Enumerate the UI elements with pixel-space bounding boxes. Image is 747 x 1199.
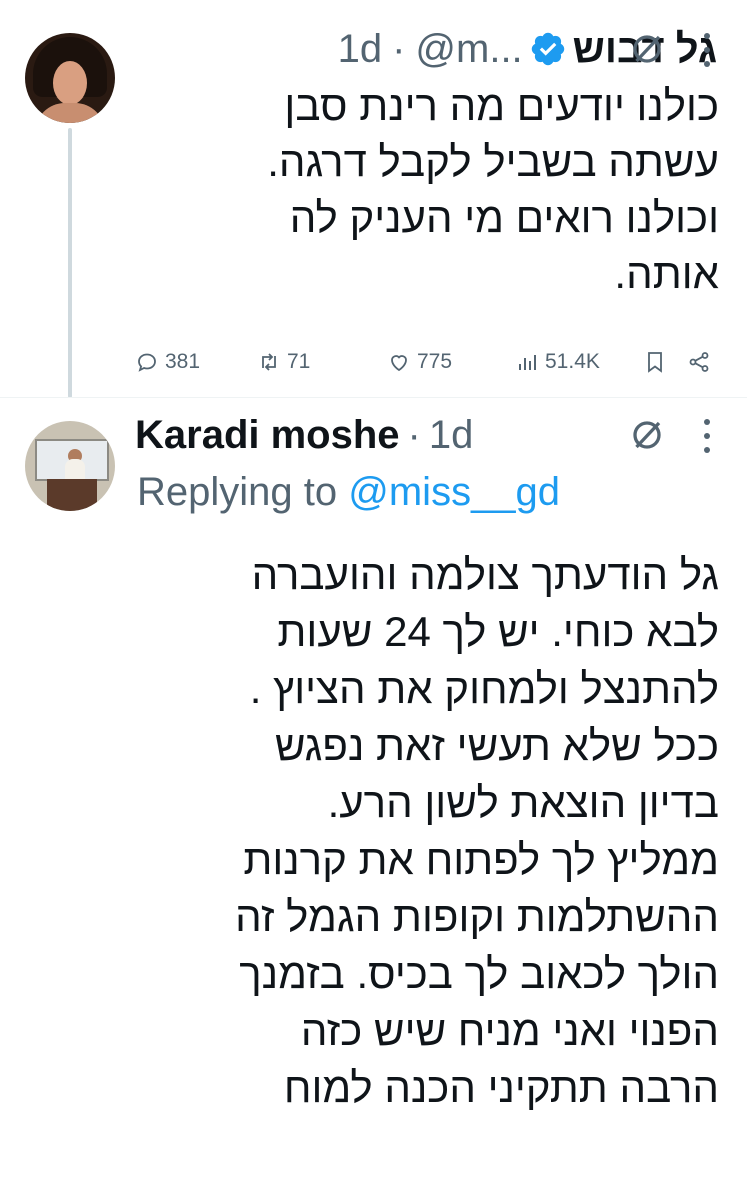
tweet-time[interactable]: 1d (429, 413, 474, 458)
tweet-1-line: אותה. (614, 250, 719, 297)
views-count: 51.4K (545, 350, 600, 373)
tweet-time[interactable]: 1d (338, 27, 383, 72)
bookmark-button[interactable] (643, 350, 673, 374)
tweet-1-text: כולנו יודעים מה רינת סבן עשתה בשביל לקבל… (119, 78, 719, 302)
tweet-2-line: ככל שלא תעשי זאת נפגש (274, 722, 719, 769)
reply-button[interactable]: 381 (135, 350, 200, 374)
tweet-2-line: להתנצל ולמחוק את הציוץ . (249, 665, 719, 712)
author-handle[interactable]: @m... (415, 27, 522, 72)
grok-icon[interactable] (629, 31, 665, 67)
avatar-gal-dabush[interactable] (25, 33, 115, 123)
verified-badge-icon (531, 32, 564, 66)
tweet-2-line: לבא כוחי. יש לך 24 שעות (277, 608, 719, 655)
tweet-2-line: ההשתלמות וקופות הגמל זה (235, 893, 719, 940)
replying-mention-link[interactable]: @miss__gd (348, 470, 560, 514)
more-icon[interactable] (701, 33, 713, 67)
share-icon (689, 352, 709, 372)
tweet-2-text: גל הודעתך צולמה והועברה לבא כוחי. יש לך … (119, 546, 719, 1116)
avatar-karadi-moshe[interactable] (25, 421, 115, 511)
bookmark-icon (648, 352, 662, 373)
retweet-icon (262, 353, 276, 371)
replying-to-line: Replying to @miss__gd (137, 470, 560, 515)
separator-dot: · (407, 412, 421, 457)
views-icon (519, 355, 536, 370)
replying-prefix: Replying to (137, 470, 338, 514)
grok-icon[interactable] (629, 417, 665, 453)
tweet-2-line: הרבה תתקיני הכנה למוח (283, 1064, 719, 1111)
more-icon[interactable] (701, 419, 713, 453)
tweet-2-line: הולך לכאוב לך בכיס. בזמנך (239, 950, 719, 997)
tweet-1-line: עשתה בשביל לקבל דרגה. (267, 138, 719, 185)
retweet-count: 71 (287, 350, 311, 373)
tweet-2-line: הפנוי ואני מניח שיש כזה (300, 1007, 719, 1054)
share-button[interactable] (687, 350, 717, 374)
tweet-2-line: ממליץ לך לפתוח את קרנות (243, 836, 719, 883)
tweet-1-actions: 381 71 775 51.4K (135, 346, 725, 382)
separator-dot: · (392, 26, 406, 71)
thread-connector-line (68, 128, 72, 398)
like-button[interactable]: 775 (387, 350, 452, 374)
like-icon (391, 355, 407, 372)
tweet-2-line: בדיון הוצאת לשון הרע. (327, 779, 719, 826)
tweet-1-line: כולנו יודעים מה רינת סבן (284, 82, 719, 129)
tweet-divider (0, 397, 747, 398)
like-count: 775 (417, 350, 453, 373)
tweet-2-line: גל הודעתך צולמה והועברה (251, 551, 719, 598)
reply-count: 381 (165, 350, 201, 373)
tweet-1-line: וכולנו רואים מי העניק לה (289, 194, 719, 241)
author-name[interactable]: Karadi moshe (135, 413, 400, 458)
retweet-button[interactable]: 71 (257, 350, 310, 374)
views-button[interactable]: 51.4K (515, 350, 600, 374)
reply-icon (138, 353, 156, 372)
